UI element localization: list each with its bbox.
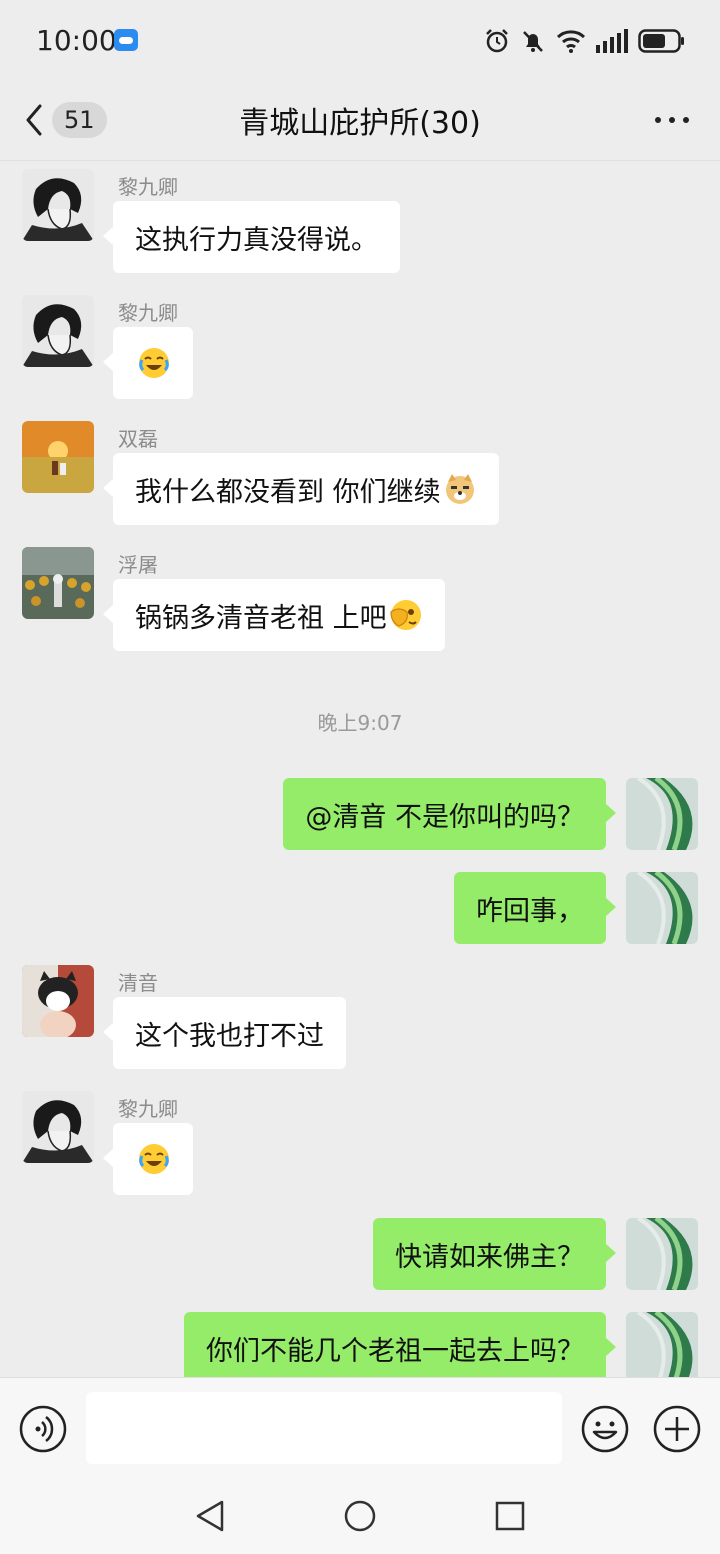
emoji-button[interactable]	[580, 1404, 630, 1454]
system-navigation-bar	[0, 1478, 720, 1554]
sender-name: 双磊	[118, 427, 158, 451]
message-text: 咋回事，	[476, 895, 584, 927]
avatar-lijiuqing[interactable]	[22, 169, 94, 241]
avatar-lijiuqing[interactable]	[22, 295, 94, 367]
timestamp: 晚上9:07	[317, 711, 403, 735]
more-dots-icon	[655, 117, 689, 123]
square-recent-icon	[495, 1501, 525, 1531]
message-text: 这执行力真没得说。	[135, 224, 378, 256]
message-text: 我什么都没看到 你们继续	[135, 476, 441, 508]
sender-name: 黎九卿	[118, 175, 178, 199]
message-text: 这个我也打不过	[135, 1020, 324, 1052]
chat-title: 青城山庇护所(30)	[239, 106, 481, 141]
laughing-crying-emoji-icon	[137, 1142, 171, 1176]
message-bubble[interactable]: 我什么都没看到 你们继续	[103, 453, 499, 525]
message-bubble[interactable]: 咋回事，	[454, 872, 616, 944]
message-bubble[interactable]: 这个我也打不过	[103, 997, 346, 1069]
avatar-qingyin[interactable]	[22, 965, 94, 1037]
doge-emoji-icon	[443, 472, 477, 506]
message-bubble[interactable]: @清音 不是你叫的吗？	[283, 778, 616, 850]
sender-name: 黎九卿	[118, 1097, 178, 1121]
message-text: 你们不能几个老祖一起去上吗？	[206, 1335, 584, 1367]
status-time: 10:00	[36, 24, 117, 57]
status-icons	[484, 26, 686, 56]
triangle-back-icon	[196, 1500, 224, 1532]
wifi-icon	[556, 30, 586, 53]
avatar-me[interactable]	[626, 1218, 698, 1290]
input-bar	[0, 1377, 720, 1478]
mute-bell-icon	[523, 31, 543, 52]
message-bubble[interactable]: 锅锅多清音老祖 上吧	[103, 579, 445, 651]
emoji-icon	[581, 1405, 629, 1453]
face-palm-emoji-icon	[389, 598, 423, 632]
nav-back-button[interactable]	[192, 1498, 228, 1534]
sender-name: 浮屠	[118, 553, 158, 577]
voice-icon	[19, 1405, 67, 1453]
laughing-crying-emoji-icon	[137, 346, 171, 380]
circle-home-icon	[344, 1500, 376, 1532]
message-text: 锅锅多清音老祖 上吧	[135, 602, 387, 634]
more-button[interactable]	[652, 108, 692, 132]
plus-button[interactable]	[652, 1404, 702, 1454]
battery-icon	[638, 29, 684, 53]
message-bubble[interactable]: 快请如来佛主？	[373, 1218, 616, 1290]
message-bubble[interactable]: 这执行力真没得说。	[103, 201, 400, 273]
message-text: @清音 不是你叫的吗？	[305, 801, 584, 833]
avatar-me[interactable]	[626, 1312, 698, 1377]
weather-icon	[114, 29, 138, 51]
status-bar: 10:00	[0, 0, 720, 80]
avatar-shuanglei[interactable]	[22, 421, 94, 493]
message-bubble[interactable]	[103, 327, 193, 399]
nav-home-button[interactable]	[342, 1498, 378, 1534]
avatar-me[interactable]	[626, 778, 698, 850]
avatar-me[interactable]	[626, 872, 698, 944]
signal-icon	[596, 29, 628, 53]
plus-icon	[653, 1405, 701, 1453]
message-input[interactable]	[86, 1392, 562, 1464]
message-text: 快请如来佛主？	[395, 1241, 584, 1273]
message-bubble[interactable]	[103, 1123, 193, 1195]
nav-recent-button[interactable]	[492, 1498, 528, 1534]
alarm-icon	[486, 29, 508, 53]
chat-header: 51 青城山庇护所(30)	[0, 80, 720, 161]
sender-name: 黎九卿	[118, 301, 178, 325]
voice-button[interactable]	[18, 1404, 68, 1454]
chat-message-list[interactable]: 黎九卿 这执行力真没得说。 黎九卿 双磊 我什么都没看到 你们继续 浮屠 锅锅多…	[0, 161, 720, 1377]
sender-name: 清音	[118, 971, 158, 995]
avatar-futu[interactable]	[22, 547, 94, 619]
message-bubble[interactable]: 你们不能几个老祖一起去上吗？	[184, 1312, 616, 1377]
avatar-lijiuqing[interactable]	[22, 1091, 94, 1163]
